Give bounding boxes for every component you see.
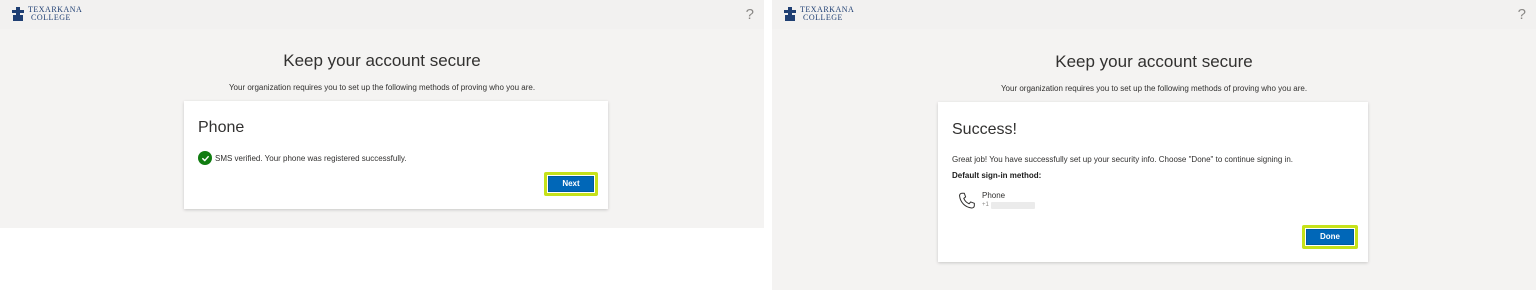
done-button-highlight: Done xyxy=(1302,225,1358,249)
masked-number xyxy=(990,202,1035,209)
country-code: +1 xyxy=(982,202,989,208)
method-phone-number: +1 xyxy=(982,201,1035,210)
logo-line-2: COLLEGE xyxy=(31,13,71,22)
next-button-highlight: Next xyxy=(544,172,598,196)
success-check-icon xyxy=(198,151,212,165)
success-message: Great job! You have successfully set up … xyxy=(952,155,1293,164)
card-title: Phone xyxy=(198,119,245,136)
done-button[interactable]: Done xyxy=(1306,229,1354,245)
texarkana-college-logo: TEXARKANA COLLEGE xyxy=(11,6,82,22)
phone-icon xyxy=(959,192,975,209)
top-bar: TEXARKANA COLLEGE ? xyxy=(772,0,1536,29)
status-text: SMS verified. Your phone was registered … xyxy=(215,153,407,163)
top-bar: TEXARKANA COLLEGE ? xyxy=(0,0,764,29)
setup-panel-phone: TEXARKANA COLLEGE ? Keep your account se… xyxy=(0,0,764,290)
panel-divider xyxy=(764,0,772,290)
college-seal-icon xyxy=(784,7,796,21)
logo-line-2: COLLEGE xyxy=(803,13,843,22)
page-title: Keep your account secure xyxy=(283,51,481,70)
default-method: Phone +1 xyxy=(956,190,1035,212)
success-card: Success! Great job! You have successfull… xyxy=(938,102,1368,262)
texarkana-college-logo: TEXARKANA COLLEGE xyxy=(783,6,854,22)
setup-panel-success: TEXARKANA COLLEGE ? Keep your account se… xyxy=(772,0,1536,290)
page-subtitle: Your organization requires you to set up… xyxy=(228,83,536,92)
default-method-label: Default sign-in method: xyxy=(952,171,1042,180)
page-title: Keep your account secure xyxy=(1055,52,1253,71)
college-seal-icon xyxy=(12,7,24,21)
help-icon[interactable]: ? xyxy=(1518,6,1526,23)
method-name: Phone xyxy=(982,191,1006,200)
next-button[interactable]: Next xyxy=(548,176,594,192)
page-subtitle: Your organization requires you to set up… xyxy=(1000,84,1308,93)
sms-status: SMS verified. Your phone was registered … xyxy=(198,151,407,165)
card-title: Success! xyxy=(952,121,1017,138)
phone-card: Phone SMS verified. Your phone was regis… xyxy=(184,101,608,209)
help-icon[interactable]: ? xyxy=(746,6,754,23)
